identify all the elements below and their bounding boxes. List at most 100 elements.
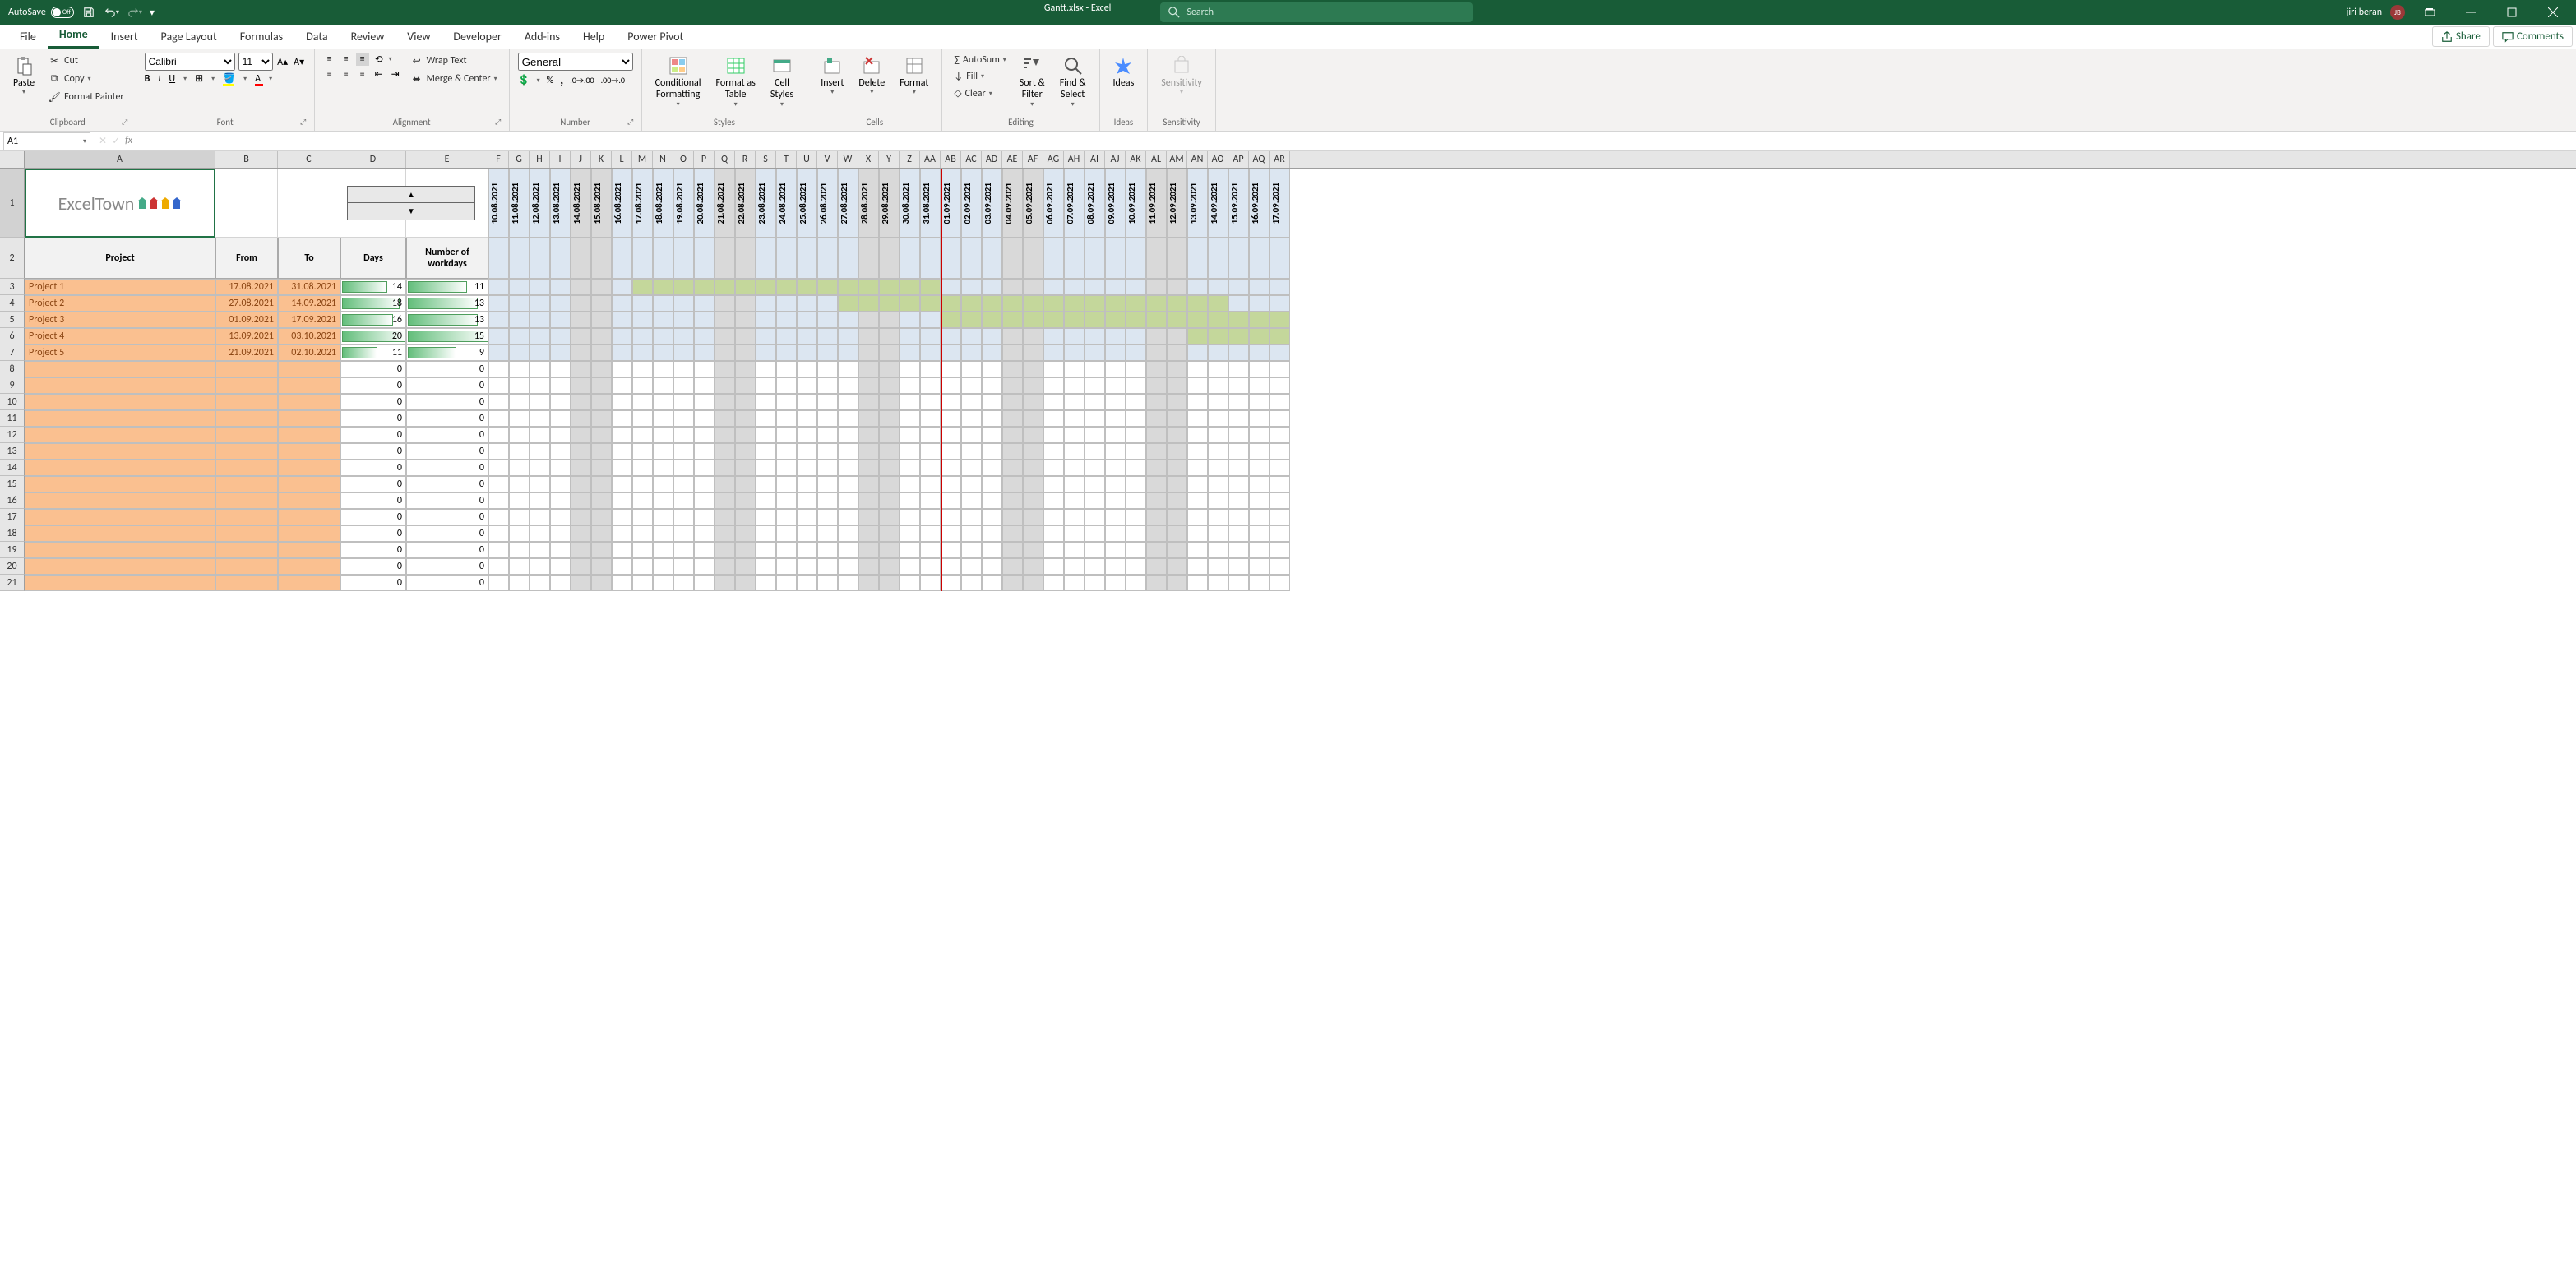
cell[interactable] (1187, 427, 1208, 443)
gantt-cell[interactable] (509, 312, 530, 328)
cell[interactable] (1249, 460, 1270, 476)
cell[interactable] (1064, 394, 1085, 410)
cell[interactable] (653, 361, 673, 377)
cell[interactable] (1043, 575, 1064, 591)
gantt-cell[interactable] (1249, 344, 1270, 361)
cell[interactable] (879, 476, 900, 492)
gantt-cell[interactable] (961, 279, 982, 295)
cell[interactable] (1187, 410, 1208, 427)
gantt-cell[interactable] (488, 344, 509, 361)
gantt-cell[interactable] (1187, 328, 1208, 344)
gantt-cell[interactable] (673, 279, 694, 295)
workdays-cell[interactable]: 13 (406, 312, 488, 328)
date-header-cell[interactable]: 12.09.2021 (1167, 169, 1187, 238)
cell[interactable] (756, 394, 776, 410)
cell[interactable] (571, 460, 591, 476)
cell[interactable] (858, 410, 879, 427)
cell[interactable] (1023, 394, 1043, 410)
gantt-cell[interactable] (653, 295, 673, 312)
cell[interactable] (735, 492, 756, 509)
cell[interactable] (1064, 558, 1085, 575)
col-header-Q[interactable]: Q (715, 151, 735, 168)
cell[interactable] (278, 558, 340, 575)
cell[interactable] (735, 575, 756, 591)
cell[interactable] (735, 238, 756, 279)
cell[interactable] (1228, 542, 1249, 558)
wrap-text-button[interactable]: ↩Wrap Text (407, 53, 501, 69)
cell[interactable] (961, 361, 982, 377)
cell[interactable] (550, 238, 571, 279)
cell[interactable] (694, 525, 715, 542)
days-cell[interactable]: 0 (340, 476, 406, 492)
cell[interactable] (838, 443, 858, 460)
align-bottom-icon[interactable]: ≡ (356, 53, 369, 66)
workdays-cell[interactable]: 0 (406, 443, 488, 460)
date-header-cell[interactable]: 06.09.2021 (1043, 169, 1064, 238)
cell[interactable] (1167, 542, 1187, 558)
gantt-cell[interactable] (858, 328, 879, 344)
cell[interactable] (776, 509, 797, 525)
gantt-cell[interactable] (735, 344, 756, 361)
cell[interactable] (1146, 476, 1167, 492)
from-cell[interactable]: 13.09.2021 (215, 328, 278, 344)
cell[interactable] (215, 558, 278, 575)
cell[interactable] (982, 394, 1002, 410)
date-header-cell[interactable]: 19.08.2021 (673, 169, 694, 238)
gantt-cell[interactable] (817, 279, 838, 295)
gantt-cell[interactable] (838, 312, 858, 328)
cell[interactable] (1228, 460, 1249, 476)
cell[interactable] (25, 558, 215, 575)
cell[interactable] (797, 238, 817, 279)
cell[interactable] (694, 361, 715, 377)
cell[interactable] (1208, 377, 1228, 394)
cut-button[interactable]: ✂Cut (44, 53, 127, 69)
increase-indent-icon[interactable]: ⇥ (389, 67, 402, 81)
cell[interactable] (509, 509, 530, 525)
cell[interactable] (591, 542, 612, 558)
gantt-cell[interactable] (694, 328, 715, 344)
cell[interactable] (1064, 410, 1085, 427)
days-cell[interactable]: 0 (340, 575, 406, 591)
autosum-button[interactable]: ∑ AutoSum ▾ (950, 53, 1009, 67)
cell[interactable] (1249, 542, 1270, 558)
col-header-AQ[interactable]: AQ (1249, 151, 1270, 168)
col-header-AE[interactable]: AE (1002, 151, 1023, 168)
days-cell[interactable]: 0 (340, 558, 406, 575)
cell[interactable] (530, 427, 550, 443)
cell[interactable] (1064, 443, 1085, 460)
cell[interactable] (1208, 443, 1228, 460)
cell[interactable] (509, 476, 530, 492)
cell[interactable] (1126, 460, 1146, 476)
cell[interactable] (1208, 575, 1228, 591)
cell[interactable] (1228, 361, 1249, 377)
cell[interactable] (797, 460, 817, 476)
workdays-cell[interactable]: 0 (406, 410, 488, 427)
redo-icon[interactable]: ▾ (127, 4, 143, 21)
workdays-cell[interactable]: 0 (406, 558, 488, 575)
gantt-cell[interactable] (1228, 279, 1249, 295)
decrease-decimal-icon[interactable]: .00→.0 (601, 75, 625, 86)
cell[interactable] (632, 575, 653, 591)
cell[interactable] (1167, 394, 1187, 410)
comments-button[interactable]: Comments (2493, 26, 2573, 47)
to-cell[interactable]: 14.09.2021 (278, 295, 340, 312)
gantt-cell[interactable] (858, 279, 879, 295)
gantt-cell[interactable] (1270, 279, 1290, 295)
row-header-5[interactable]: 5 (0, 312, 25, 328)
gantt-cell[interactable] (509, 295, 530, 312)
cell[interactable] (900, 558, 920, 575)
gantt-cell[interactable] (673, 344, 694, 361)
cell[interactable] (1126, 427, 1146, 443)
cell[interactable] (982, 460, 1002, 476)
cell[interactable] (215, 377, 278, 394)
tab-review[interactable]: Review (340, 25, 396, 49)
cell[interactable] (920, 460, 941, 476)
gantt-cell[interactable] (879, 312, 900, 328)
gantt-cell[interactable] (1002, 295, 1023, 312)
gantt-cell[interactable] (1146, 279, 1167, 295)
cell[interactable] (941, 394, 961, 410)
gantt-cell[interactable] (1002, 279, 1023, 295)
cell[interactable] (715, 525, 735, 542)
cell[interactable] (961, 410, 982, 427)
fill-color-button[interactable]: 🪣 (223, 72, 235, 85)
